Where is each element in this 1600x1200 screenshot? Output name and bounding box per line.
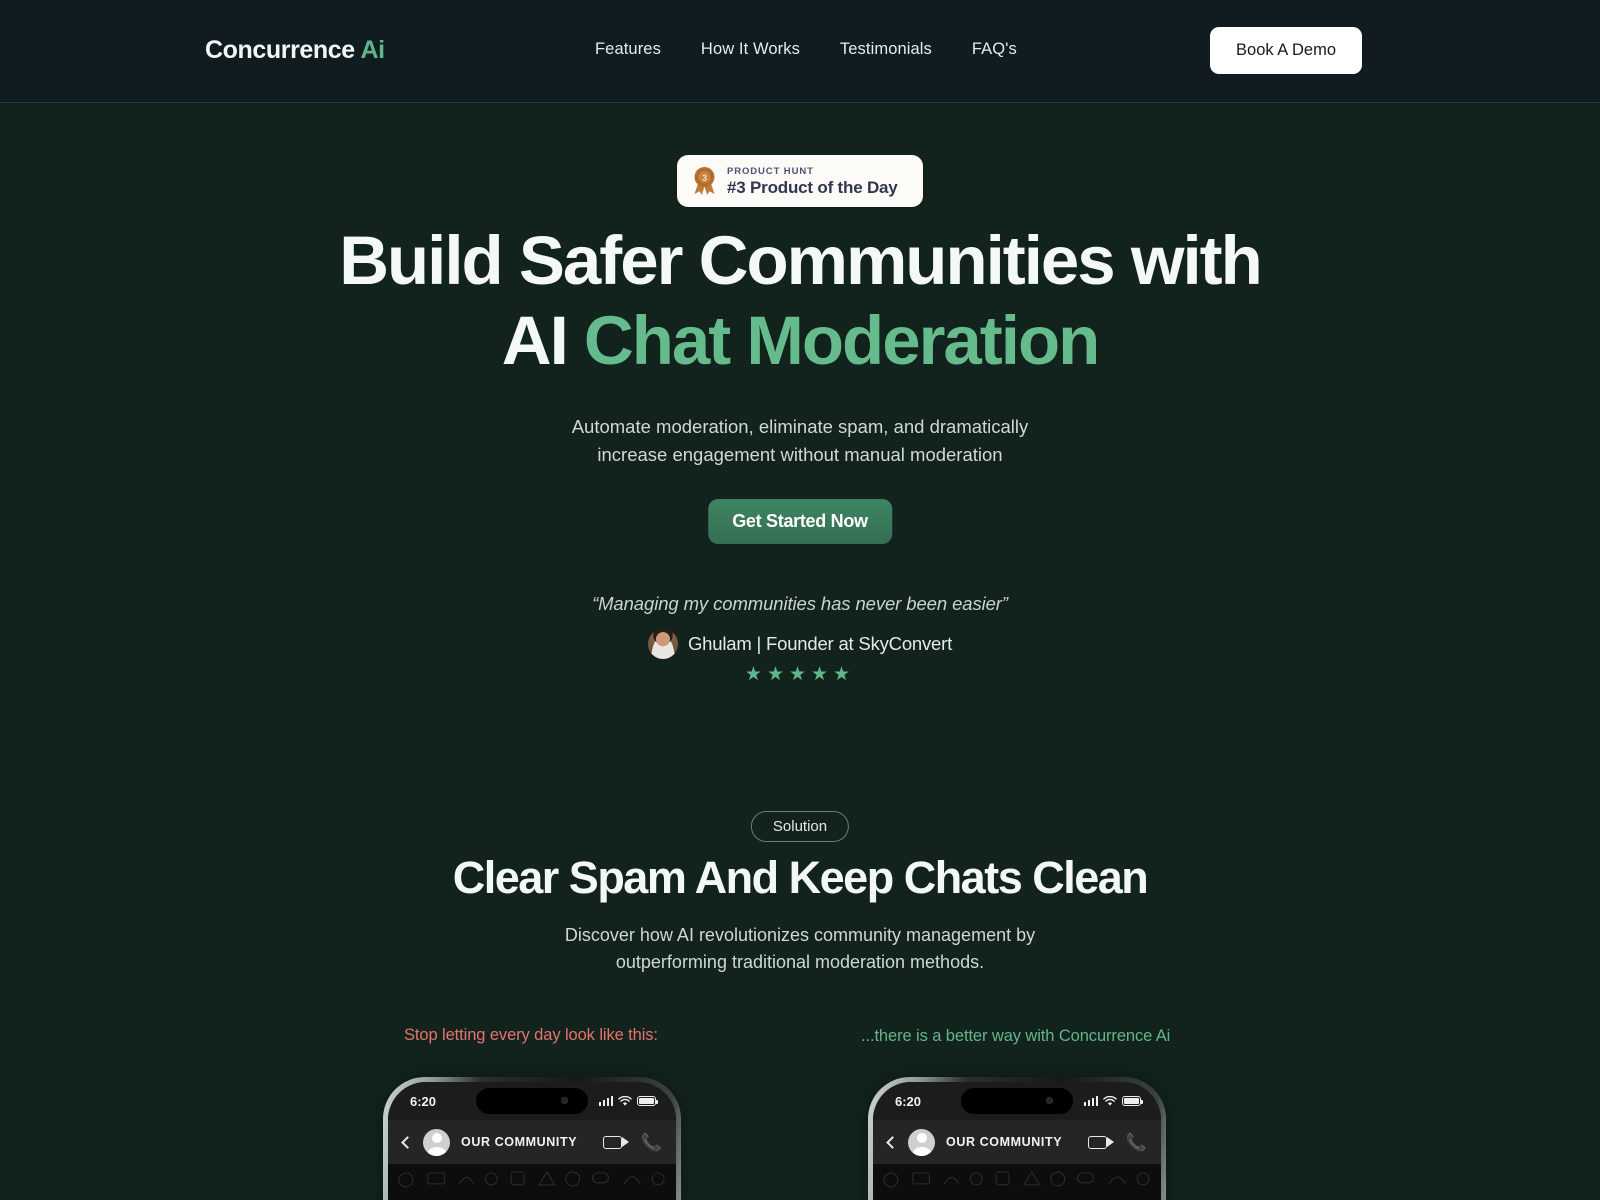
- video-call-icon[interactable]: [1087, 1135, 1114, 1149]
- hero-headline: Build Safer Communities with AI Chat Mod…: [0, 221, 1600, 381]
- landing-page: Concurrence Ai Features How It Works Tes…: [0, 0, 1600, 1200]
- phone-mockup-before: 6:20 OUR COMMUNITY 📞: [383, 1077, 681, 1200]
- battery-icon: [1122, 1096, 1144, 1106]
- chat-wallpaper: Today: [873, 1164, 1161, 1200]
- wifi-icon: [618, 1095, 632, 1106]
- section-title: Clear Spam And Keep Chats Clean: [452, 852, 1149, 903]
- wifi-icon: [1103, 1095, 1117, 1106]
- rating-stars: ★★★★★: [744, 664, 856, 685]
- video-call-icon[interactable]: [602, 1135, 629, 1149]
- medal-icon: 3: [691, 166, 718, 196]
- phone-mockup-after: 6:20 OUR COMMUNITY 📞: [868, 1077, 1166, 1200]
- phone-screen: 6:20 OUR COMMUNITY 📞: [388, 1082, 676, 1200]
- avatar: [647, 629, 678, 659]
- back-icon[interactable]: [886, 1135, 899, 1149]
- phone-call-icon[interactable]: 📞: [641, 1134, 662, 1151]
- chat-header: OUR COMMUNITY 📞: [873, 1120, 1161, 1164]
- back-icon[interactable]: [401, 1135, 414, 1149]
- nav-item-how-it-works[interactable]: How It Works: [701, 40, 800, 59]
- phone-notch: [961, 1088, 1073, 1114]
- comparison-label-after: ...there is a better way with Concurrenc…: [861, 1027, 1171, 1045]
- chat-avatar-icon: [908, 1128, 935, 1156]
- doodle-pattern-icon: [398, 1170, 665, 1188]
- headline-line-2-green: Chat Moderation: [583, 302, 1100, 379]
- section-subtitle-line-1: Discover how AI revolutionizes community…: [564, 925, 1036, 945]
- product-hunt-text: PRODUCT HUNT #3 Product of the Day: [727, 165, 898, 198]
- chat-title: OUR COMMUNITY: [461, 1135, 578, 1149]
- chat-wallpaper: Today: [388, 1164, 676, 1200]
- chat-title: OUR COMMUNITY: [946, 1135, 1063, 1149]
- status-bar-time: 6:20: [895, 1093, 922, 1109]
- main-navigation: Features How It Works Testimonials FAQ's: [595, 40, 1017, 59]
- phone-call-icon[interactable]: 📞: [1126, 1134, 1147, 1151]
- testimonial-author: Ghulam | Founder at SkyConvert: [687, 633, 953, 654]
- status-bar-icons: [1083, 1095, 1144, 1107]
- doodle-pattern-icon: [883, 1170, 1150, 1188]
- chat-header: OUR COMMUNITY 📞: [388, 1120, 676, 1164]
- signal-icon: [1083, 1096, 1098, 1106]
- chat-avatar-icon: [423, 1128, 450, 1156]
- section-subtitle-line-2: outperforming traditional moderation met…: [615, 952, 985, 972]
- subheadline-line-2: increase engagement without manual moder…: [597, 444, 1003, 465]
- nav-item-features[interactable]: Features: [595, 40, 661, 59]
- testimonial-attribution: Ghulam | Founder at SkyConvert: [0, 629, 1600, 659]
- brand-logo-accent: Ai: [360, 36, 385, 64]
- site-header: Concurrence Ai Features How It Works Tes…: [0, 0, 1600, 103]
- signal-icon: [598, 1096, 613, 1106]
- product-hunt-title: #3 Product of the Day: [727, 177, 898, 197]
- product-hunt-badge[interactable]: 3 PRODUCT HUNT #3 Product of the Day: [677, 155, 923, 207]
- product-hunt-kicker: PRODUCT HUNT: [727, 165, 814, 177]
- status-bar-icons: [598, 1095, 659, 1107]
- headline-line-1: Build Safer Communities with: [339, 222, 1263, 299]
- status-bar-time: 6:20: [410, 1093, 437, 1109]
- book-a-demo-button[interactable]: Book A Demo: [1210, 27, 1362, 74]
- section-pill-solution: Solution: [750, 811, 850, 842]
- section-subtitle: Discover how AI revolutionizes community…: [0, 922, 1600, 976]
- battery-icon: [637, 1096, 659, 1106]
- brand-logo[interactable]: Concurrence Ai: [205, 36, 385, 65]
- nav-item-testimonials[interactable]: Testimonials: [840, 40, 932, 59]
- brand-logo-main: Concurrence: [205, 36, 355, 64]
- get-started-button[interactable]: Get Started Now: [708, 499, 892, 544]
- comparison-label-before: Stop letting every day look like this:: [404, 1026, 658, 1044]
- phone-notch: [476, 1088, 588, 1114]
- phone-screen: 6:20 OUR COMMUNITY 📞: [873, 1082, 1161, 1200]
- nav-item-faqs[interactable]: FAQ's: [972, 40, 1017, 59]
- testimonial-quote: “Managing my communities has never been …: [592, 593, 1008, 614]
- svg-text:3: 3: [702, 173, 707, 183]
- subheadline-line-1: Automate moderation, eliminate spam, and…: [571, 416, 1029, 437]
- headline-line-2-white: AI: [501, 302, 584, 379]
- hero-subheadline: Automate moderation, eliminate spam, and…: [0, 413, 1600, 469]
